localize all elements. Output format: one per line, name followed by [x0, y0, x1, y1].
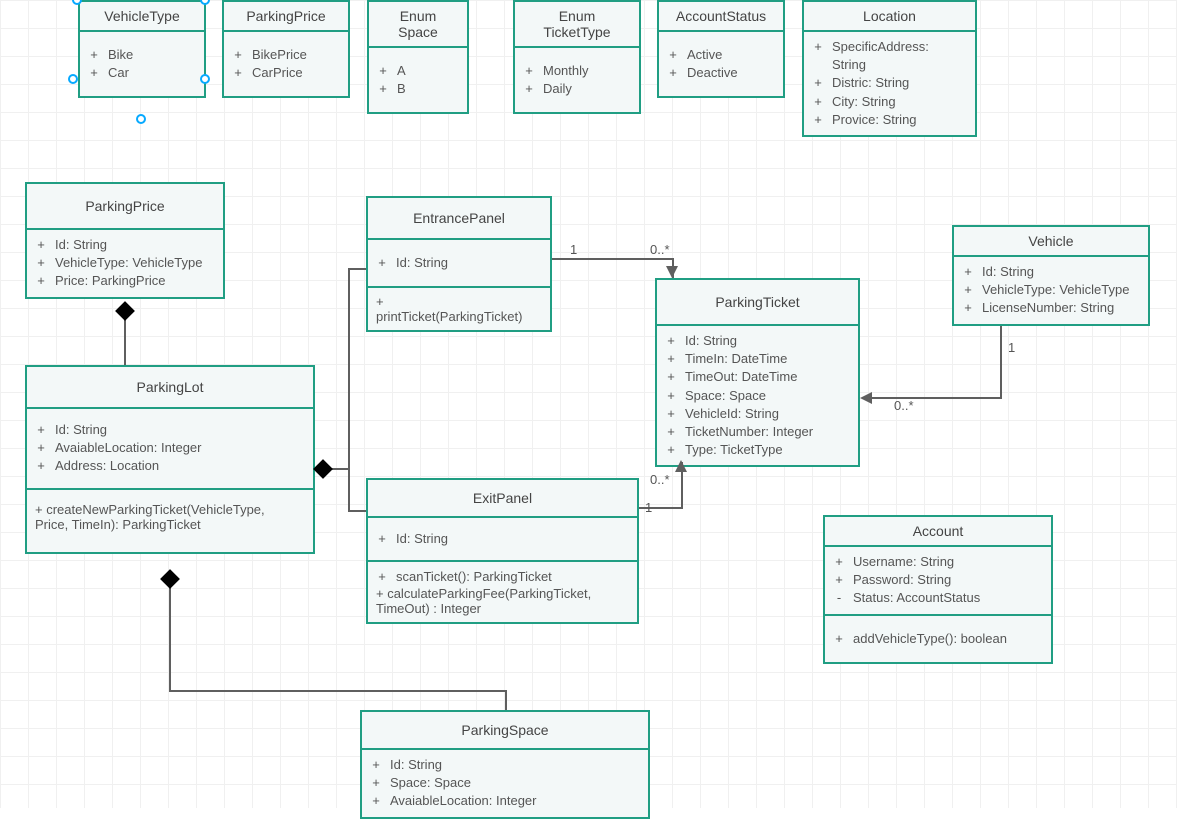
class-title: ParkingPrice [27, 184, 223, 230]
multiplicity-label: 0..* [650, 472, 670, 487]
connector [348, 468, 350, 512]
arrowhead-icon [666, 266, 678, 278]
enum-accountstatus[interactable]: AccountStatus +Active +Deactive [657, 0, 785, 98]
connector [124, 318, 126, 365]
class-attrs: +Id: String +VehicleType: VehicleType +L… [954, 257, 1148, 324]
class-parkingprice[interactable]: ParkingPrice +Id: String +VehicleType: V… [25, 182, 225, 299]
class-title: ParkingTicket [657, 280, 858, 326]
multiplicity-label: 0..* [650, 242, 670, 257]
class-title: ExitPanel [368, 480, 637, 518]
class-entrancepanel[interactable]: EntrancePanel +Id: String + printTicket(… [366, 196, 552, 332]
multiplicity-label: 0..* [894, 398, 914, 413]
class-title: ParkingLot [27, 367, 313, 409]
multiplicity-label: 1 [1008, 340, 1015, 355]
arrowhead-icon [675, 460, 687, 472]
composition-diamond [115, 301, 135, 321]
arrowhead-icon [860, 392, 872, 404]
class-title: EntrancePanel [368, 198, 550, 240]
class-attrs: +Id: String [368, 240, 550, 288]
class-parkinglot[interactable]: ParkingLot +Id: String +AvaiableLocation… [25, 365, 315, 554]
connector [505, 690, 507, 710]
class-attrs: +Id: String +Space: Space +AvaiableLocat… [362, 750, 648, 817]
connector [169, 586, 171, 691]
enum-members: +SpecificAddress: String +Distric: Strin… [804, 32, 975, 135]
enum-vehicletype[interactable]: VehicleType +Bike +Car [78, 0, 206, 98]
connection-point[interactable] [68, 74, 78, 84]
class-title: ParkingSpace [362, 712, 648, 750]
enum-title: Enum TicketType [515, 2, 639, 48]
connector [1000, 326, 1002, 398]
enum-title: VehicleType [80, 2, 204, 32]
enum-location[interactable]: Location +SpecificAddress: String +Distr… [802, 0, 977, 137]
connector [348, 268, 350, 470]
connection-point[interactable] [136, 114, 146, 124]
enum-members: +Active +Deactive [659, 32, 783, 96]
enum-title: Location [804, 2, 975, 32]
enum-title: Enum Space [369, 2, 467, 48]
composition-diamond [313, 459, 333, 479]
connector [872, 397, 1002, 399]
class-ops: +addVehicleType(): boolean [825, 616, 1051, 662]
enum-parkingprice[interactable]: ParkingPrice +BikePrice +CarPrice [222, 0, 350, 98]
class-vehicle[interactable]: Vehicle +Id: String +VehicleType: Vehicl… [952, 225, 1150, 326]
connector [348, 510, 366, 512]
multiplicity-label: 1 [570, 242, 577, 257]
class-exitpanel[interactable]: ExitPanel +Id: String +scanTicket(): Par… [366, 478, 639, 624]
multiplicity-label: 1 [645, 500, 652, 515]
class-title: Vehicle [954, 227, 1148, 257]
enum-members: +A +B [369, 48, 467, 112]
class-attrs: +Id: String +TimeIn: DateTime +TimeOut: … [657, 326, 858, 465]
connection-point[interactable] [200, 74, 210, 84]
diagram-stage[interactable]: VehicleType +Bike +Car ParkingPrice +Bik… [0, 0, 1177, 808]
connector [552, 258, 672, 260]
class-ops: + printTicket(ParkingTicket) [368, 288, 550, 330]
class-title: Account [825, 517, 1051, 547]
class-attrs: +Id: String +VehicleType: VehicleType +P… [27, 230, 223, 297]
enum-space[interactable]: Enum Space +A +B [367, 0, 469, 114]
enum-members: +Monthly +Daily [515, 48, 639, 112]
class-account[interactable]: Account +Username: String +Password: Str… [823, 515, 1053, 664]
connection-point[interactable] [200, 0, 210, 5]
enum-title: AccountStatus [659, 2, 783, 32]
class-parkingticket[interactable]: ParkingTicket +Id: String +TimeIn: DateT… [655, 278, 860, 467]
enum-members: +Bike +Car [80, 32, 204, 96]
class-ops: +scanTicket(): ParkingTicket + calculate… [368, 562, 637, 622]
enum-members: +BikePrice +CarPrice [224, 32, 348, 96]
composition-diamond [160, 569, 180, 589]
class-parkingspace[interactable]: ParkingSpace +Id: String +Space: Space +… [360, 710, 650, 819]
enum-title: ParkingPrice [224, 2, 348, 32]
enum-tickettype[interactable]: Enum TicketType +Monthly +Daily [513, 0, 641, 114]
class-ops: + createNewParkingTicket(VehicleType, Pr… [27, 490, 313, 552]
class-attrs: +Id: String +AvaiableLocation: Integer +… [27, 409, 313, 490]
class-attrs: +Username: String +Password: String -Sta… [825, 547, 1051, 616]
connector [348, 268, 366, 270]
class-attrs: +Id: String [368, 518, 637, 562]
connector [169, 690, 506, 692]
